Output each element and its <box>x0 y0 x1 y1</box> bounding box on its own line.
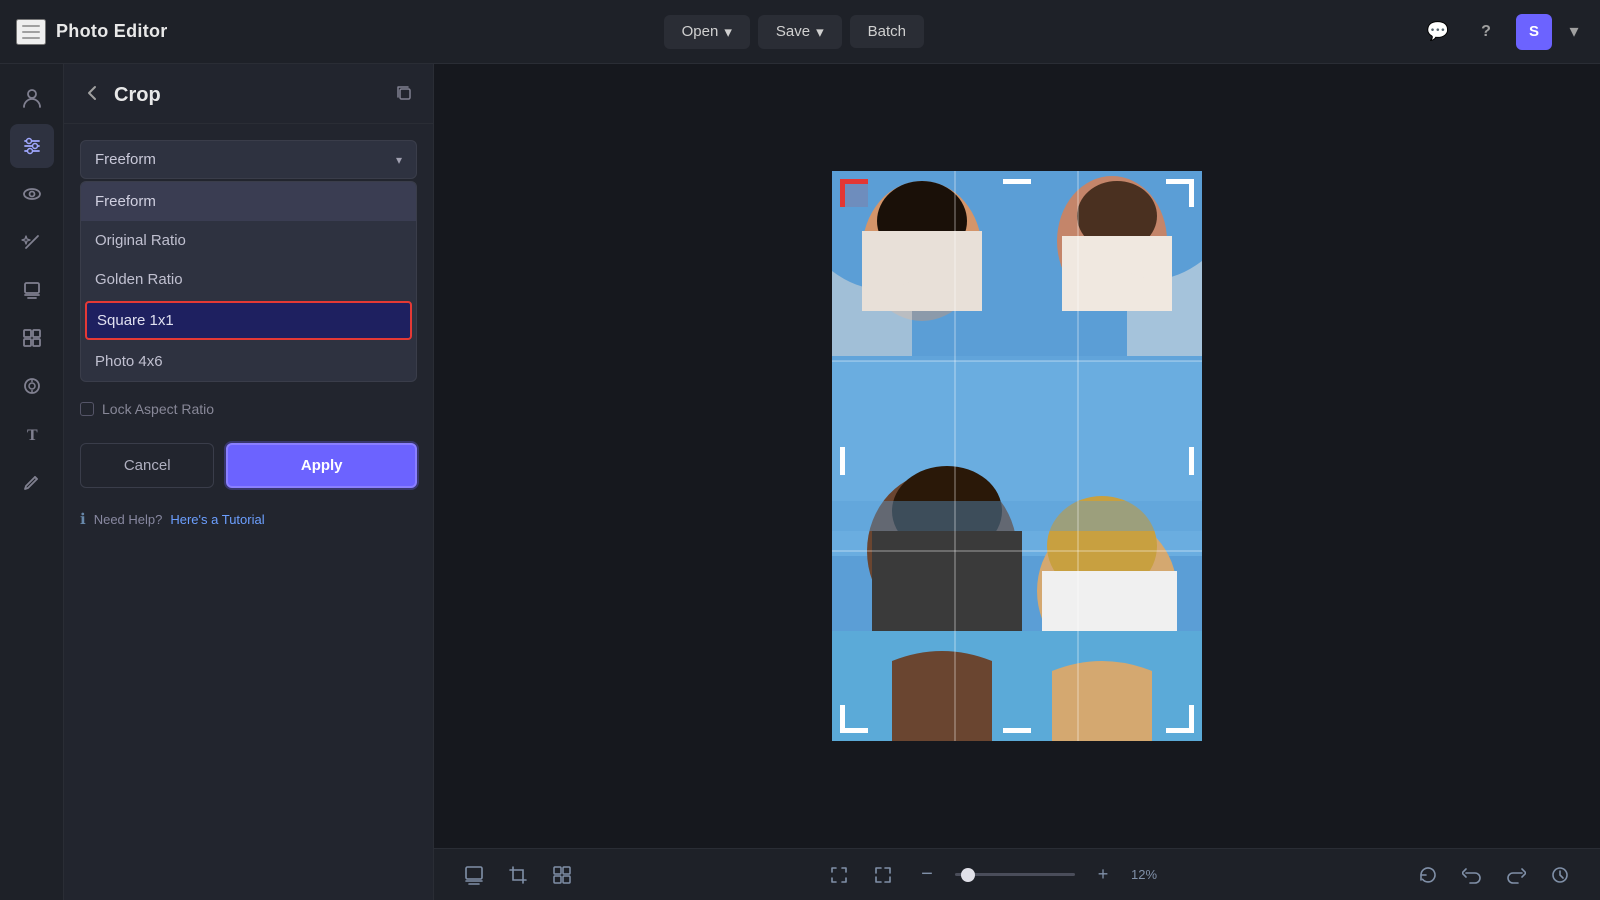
photo-container[interactable] <box>832 171 1202 741</box>
fullscreen-icon[interactable] <box>823 859 855 891</box>
zoom-in-button[interactable]: + <box>1087 859 1119 891</box>
help-prefix: Need Help? <box>94 512 163 527</box>
crop-tb-icon[interactable] <box>502 859 534 891</box>
info-icon: ℹ <box>80 510 86 528</box>
lock-aspect-ratio-checkbox[interactable] <box>80 402 94 416</box>
dropdown-item-freeform[interactable]: Freeform <box>81 182 416 221</box>
avatar-button[interactable]: S <box>1516 14 1552 50</box>
fit-icon[interactable] <box>867 859 899 891</box>
svg-text:T: T <box>27 427 38 444</box>
crop-mode-dropdown[interactable]: Freeform ▾ <box>80 140 417 179</box>
checkered-background <box>832 171 1202 741</box>
canvas-area: − + 12% <box>434 64 1600 900</box>
header-right: 💬 ? S ▾ <box>1420 14 1584 50</box>
redo-icon[interactable] <box>1500 859 1532 891</box>
toolbar-left <box>458 859 578 891</box>
dropdown-menu: Freeform Original Ratio Golden Ratio Squ… <box>80 181 417 382</box>
zoom-percent: 12% <box>1131 867 1167 882</box>
dropdown-arrow-icon: ▾ <box>396 153 402 167</box>
panel-content: Freeform ▾ Freeform Original Ratio Golde… <box>64 124 433 900</box>
back-button[interactable] <box>80 81 104 110</box>
zoom-slider[interactable] <box>955 873 1075 876</box>
help-button[interactable]: ? <box>1468 14 1504 50</box>
undo-icon[interactable] <box>1456 859 1488 891</box>
dropdown-container: Freeform ▾ Freeform Original Ratio Golde… <box>80 140 417 179</box>
batch-button[interactable]: Batch <box>850 15 924 48</box>
sidebar-draw-icon[interactable] <box>10 460 54 504</box>
lock-aspect-ratio-row: Lock Aspect Ratio <box>80 391 417 427</box>
save-button[interactable]: Save ▾ <box>758 15 842 49</box>
sidebar-objects-icon[interactable] <box>10 316 54 360</box>
help-row: ℹ Need Help? Here's a Tutorial <box>80 496 417 542</box>
open-button[interactable]: Open ▾ <box>664 15 750 49</box>
panel-title: Crop <box>114 84 161 107</box>
header-center: Open ▾ Save ▾ Batch <box>664 15 924 49</box>
toolbar-right <box>1412 859 1576 891</box>
header-left: Photo Editor <box>16 19 168 45</box>
panel-copy-button[interactable] <box>391 80 417 111</box>
zoom-slider-container <box>955 873 1075 876</box>
header: Photo Editor Open ▾ Save ▾ Batch 💬 ? S ▾ <box>0 0 1600 64</box>
panel-header: Crop <box>64 64 433 124</box>
crop-panel: Crop Freeform ▾ Freeform Original Ratio <box>64 64 434 900</box>
dropdown-item-square[interactable]: Square 1x1 <box>85 301 412 340</box>
grid-tb-icon[interactable] <box>546 859 578 891</box>
icon-sidebar: T <box>0 64 64 900</box>
avatar-chevron[interactable]: ▾ <box>1564 14 1584 50</box>
hamburger-menu[interactable] <box>16 19 46 45</box>
sidebar-person-icon[interactable] <box>10 76 54 120</box>
panel-header-left: Crop <box>80 81 161 110</box>
sidebar-eye-icon[interactable] <box>10 172 54 216</box>
sidebar-effects-icon[interactable] <box>10 364 54 408</box>
cancel-button[interactable]: Cancel <box>80 443 214 488</box>
dropdown-item-original-ratio[interactable]: Original Ratio <box>81 221 416 260</box>
toolbar-center: − + 12% <box>823 859 1167 891</box>
open-chevron: ▾ <box>724 23 732 41</box>
sidebar-text-icon[interactable]: T <box>10 412 54 456</box>
bottom-toolbar: − + 12% <box>434 848 1600 900</box>
help-link[interactable]: Here's a Tutorial <box>170 512 264 527</box>
sidebar-layers-icon[interactable] <box>10 268 54 312</box>
save-label: Save <box>776 23 810 40</box>
lock-aspect-ratio-label: Lock Aspect Ratio <box>102 401 214 417</box>
canvas-content <box>434 64 1600 848</box>
open-label: Open <box>682 23 719 40</box>
apply-button[interactable]: Apply <box>226 443 417 488</box>
sidebar-magic-icon[interactable] <box>10 220 54 264</box>
save-chevron: ▾ <box>816 23 824 41</box>
zoom-out-button[interactable]: − <box>911 859 943 891</box>
dropdown-selected-label: Freeform <box>95 151 156 168</box>
reset-icon[interactable] <box>1412 859 1444 891</box>
history-icon[interactable] <box>1544 859 1576 891</box>
main-area: T Crop Freeform ▾ <box>0 64 1600 900</box>
app-title: Photo Editor <box>56 21 168 42</box>
dropdown-item-photo-4x6[interactable]: Photo 4x6 <box>81 342 416 381</box>
action-buttons: Cancel Apply <box>80 443 417 488</box>
chat-button[interactable]: 💬 <box>1420 14 1456 50</box>
dropdown-item-golden-ratio[interactable]: Golden Ratio <box>81 260 416 299</box>
sidebar-sliders-icon[interactable] <box>10 124 54 168</box>
layers-tb-icon[interactable] <box>458 859 490 891</box>
batch-label: Batch <box>868 23 906 40</box>
